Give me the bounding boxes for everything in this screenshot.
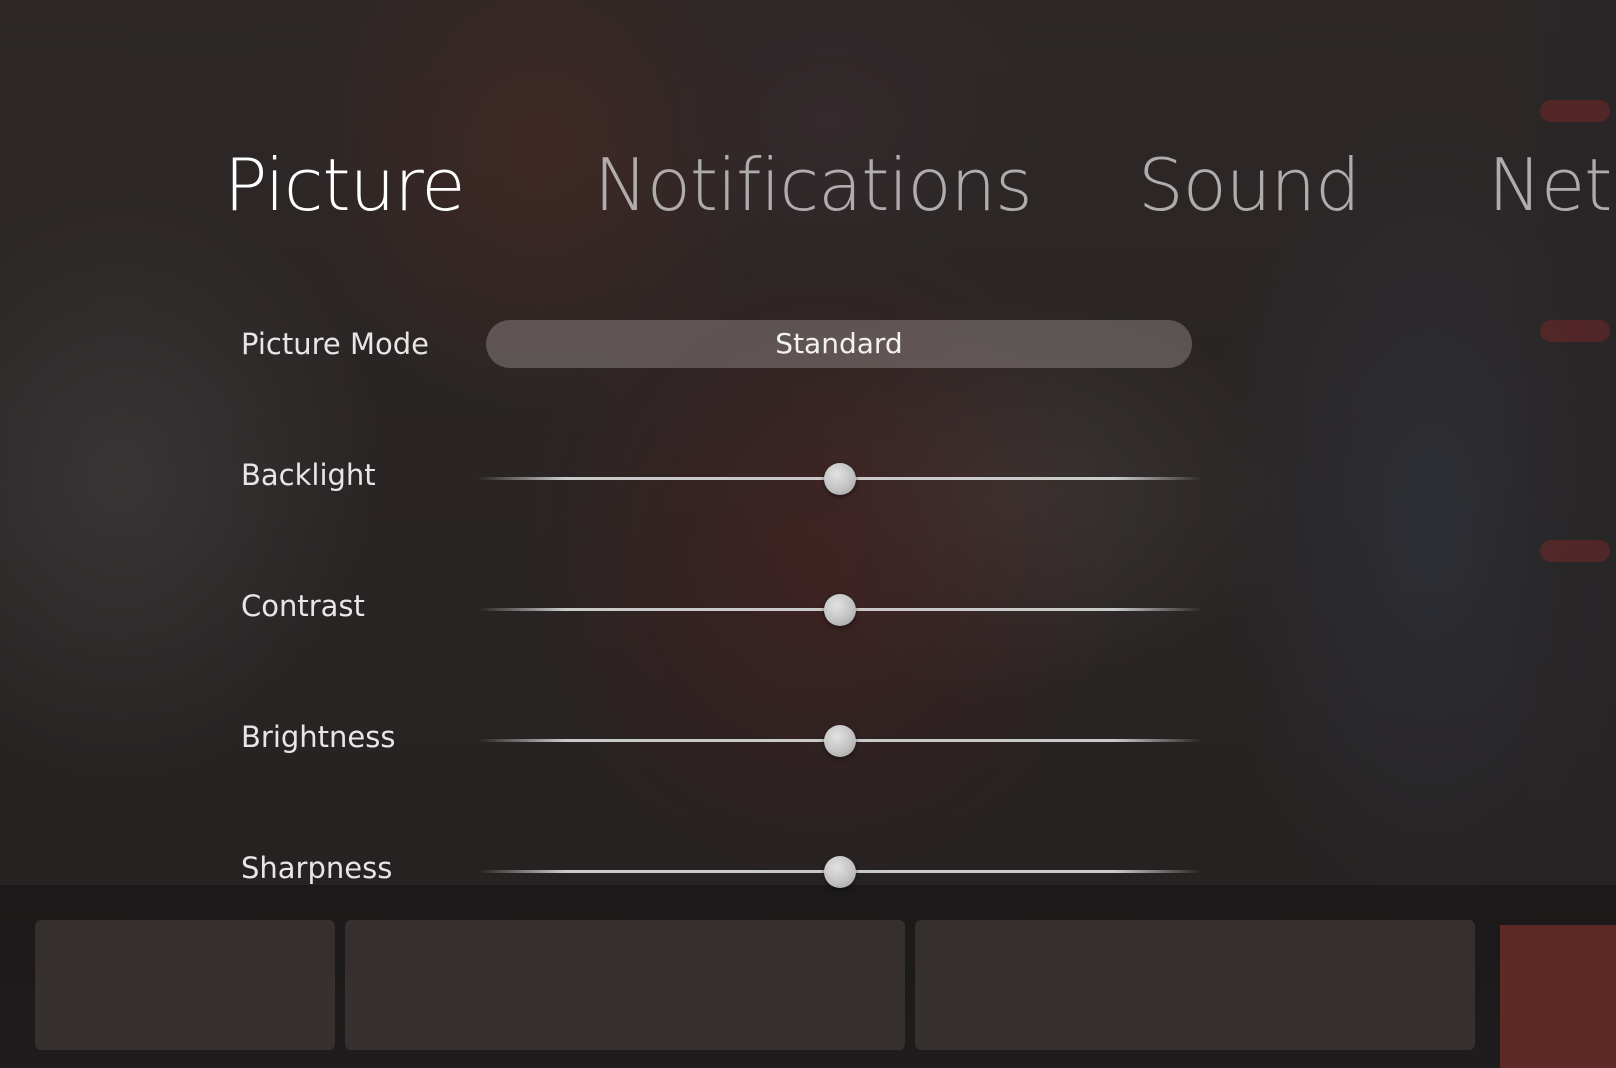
contrast-label: Contrast: [241, 589, 365, 623]
backlight-label: Backlight: [241, 458, 376, 492]
slider-thumb[interactable]: [824, 463, 856, 495]
background-thumbnail: [35, 920, 335, 1050]
tab-notifications[interactable]: Notifications: [594, 135, 1033, 235]
brightness-slider[interactable]: [478, 725, 1202, 757]
slider-thumb[interactable]: [824, 594, 856, 626]
tab-picture[interactable]: Picture: [224, 135, 466, 235]
picture-mode-label: Picture Mode: [241, 327, 429, 361]
sharpness-label: Sharpness: [241, 851, 393, 885]
slider-thumb[interactable]: [824, 856, 856, 888]
backlight-slider[interactable]: [478, 463, 1202, 495]
background-thumbnail: [1500, 925, 1616, 1068]
background-side-panel: [1500, 0, 1616, 880]
tv-settings-screen: Picture Notifications Sound Netw Picture…: [0, 0, 1616, 1068]
contrast-slider[interactable]: [478, 594, 1202, 626]
tab-network[interactable]: Netw: [1488, 135, 1616, 235]
sharpness-slider[interactable]: [478, 856, 1202, 888]
background-thumbnail: [915, 920, 1475, 1050]
background-thumbnail: [345, 920, 905, 1050]
slider-thumb[interactable]: [824, 725, 856, 757]
picture-mode-selector[interactable]: Standard: [486, 320, 1192, 368]
settings-tabs: Picture Notifications Sound Netw: [0, 135, 1616, 235]
tab-sound[interactable]: Sound: [1138, 135, 1361, 235]
brightness-label: Brightness: [241, 720, 396, 754]
